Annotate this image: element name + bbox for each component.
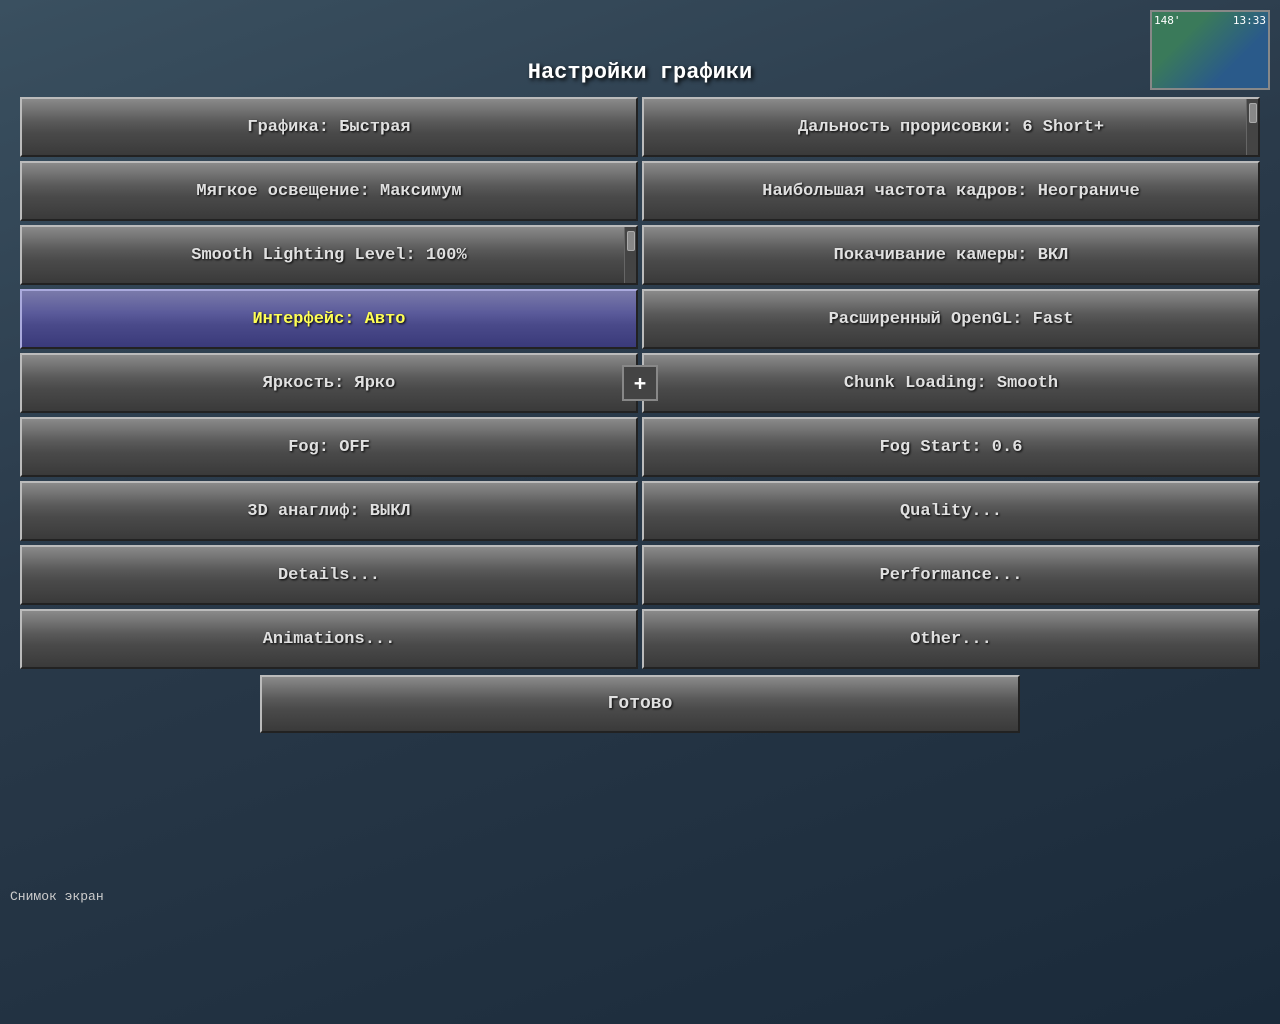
fog-start-button[interactable]: Fog Start: 0.6 (642, 417, 1260, 477)
animations-button[interactable]: Animations... (20, 609, 638, 669)
render-distance-button[interactable]: Дальность прорисовки: 6 Short+ (642, 97, 1260, 157)
fog-button[interactable]: Fog: OFF (20, 417, 638, 477)
camera-sway-button[interactable]: Покачивание камеры: ВКЛ (642, 225, 1260, 285)
minimap-time: 13:33 (1233, 14, 1266, 27)
interface-button[interactable]: Интерфейс: Авто (20, 289, 638, 349)
graphics-button[interactable]: Графика: Быстрая (20, 97, 638, 157)
render-scroll-thumb (1249, 103, 1257, 123)
other-button[interactable]: Other... (642, 609, 1260, 669)
plus-button[interactable]: + (622, 365, 658, 401)
brightness-button[interactable]: Яркость: Ярко (20, 353, 638, 413)
left-column: Графика: Быстрая Мягкое освещение: Макси… (20, 97, 638, 669)
quality-button[interactable]: Quality... (642, 481, 1260, 541)
max-fps-button[interactable]: Наибольшая частота кадров: Неограниче (642, 161, 1260, 221)
performance-button[interactable]: Performance... (642, 545, 1260, 605)
chunk-loading-button[interactable]: Chunk Loading: Smooth (642, 353, 1260, 413)
done-button[interactable]: Готово (260, 675, 1020, 733)
soft-lighting-button[interactable]: Мягкое освещение: Максимум (20, 161, 638, 221)
dialog-content: Графика: Быстрая Мягкое освещение: Макси… (20, 97, 1260, 733)
anaglyph-button[interactable]: 3D анаглиф: ВЫКЛ (20, 481, 638, 541)
smooth-lighting-button[interactable]: Smooth Lighting Level: 100% (20, 225, 638, 285)
details-button[interactable]: Details... (20, 545, 638, 605)
scrollbar[interactable] (624, 227, 636, 283)
dialog-title: Настройки графики (528, 60, 752, 85)
graphics-settings-dialog: Настройки графики Графика: Быстрая Мягко… (18, 60, 1262, 964)
opengl-button[interactable]: Расширенный OpenGL: Fast (642, 289, 1260, 349)
render-scrollbar[interactable] (1246, 99, 1258, 155)
right-column: Дальность прорисовки: 6 Short+ Наибольша… (642, 97, 1260, 669)
button-grid: Графика: Быстрая Мягкое освещение: Макси… (20, 97, 1260, 669)
scroll-thumb (627, 231, 635, 251)
done-row: Готово (20, 675, 1260, 733)
minimap-coords: 148' (1154, 14, 1181, 27)
